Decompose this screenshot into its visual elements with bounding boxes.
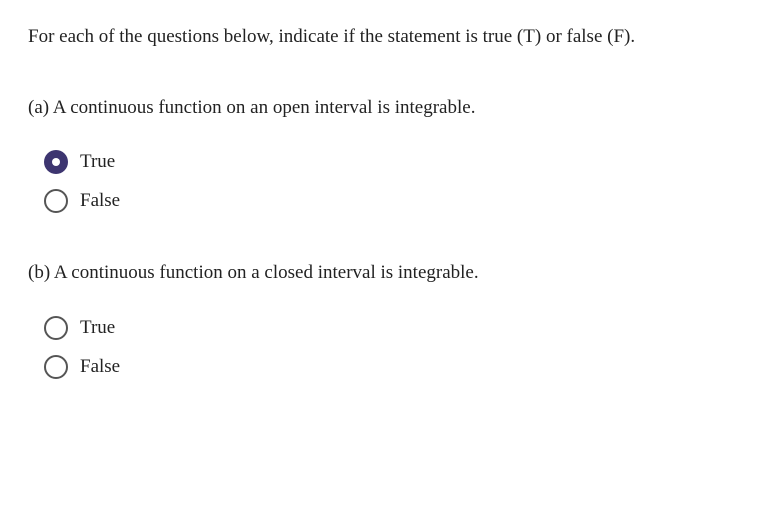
question-b-option-false[interactable]: False (44, 354, 756, 381)
radio-icon (44, 150, 68, 174)
option-label: False (80, 188, 120, 215)
question-a-option-false[interactable]: False (44, 188, 756, 215)
option-label: True (80, 315, 115, 342)
question-a-text: (a) A continuous function on an open int… (28, 95, 756, 122)
question-b-text: (b) A continuous function on a closed in… (28, 260, 756, 287)
option-label: False (80, 354, 120, 381)
option-label: True (80, 149, 115, 176)
question-a-options: True False (28, 149, 756, 214)
question-b: (b) A continuous function on a closed in… (28, 260, 756, 380)
radio-icon (44, 355, 68, 379)
question-b-option-true[interactable]: True (44, 315, 756, 342)
radio-icon (44, 189, 68, 213)
instructions-text: For each of the questions below, indicat… (28, 24, 756, 51)
question-b-options: True False (28, 315, 756, 380)
question-a: (a) A continuous function on an open int… (28, 95, 756, 215)
radio-icon (44, 316, 68, 340)
question-a-option-true[interactable]: True (44, 149, 756, 176)
